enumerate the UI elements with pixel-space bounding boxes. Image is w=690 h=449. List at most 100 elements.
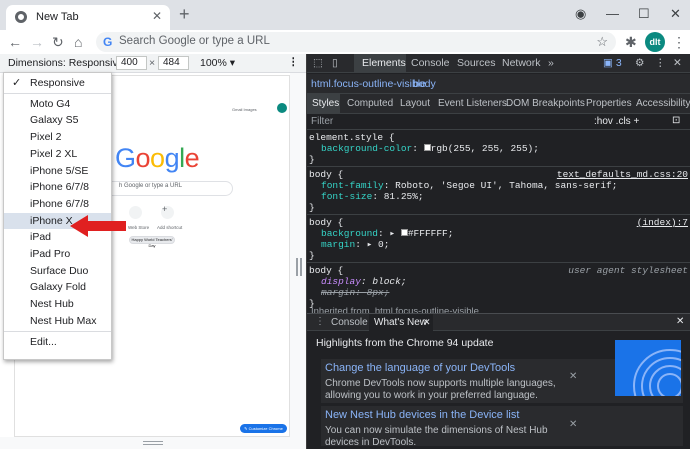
top-links[interactable]: Gmail Images [232,107,257,112]
omnibox[interactable]: G Search Google or type a URL ☆ [96,32,616,52]
device-option[interactable]: iPhone 6/7/8 Plus [4,196,111,227]
rule3-selector[interactable]: body { [309,217,343,228]
crumb-html[interactable]: html.focus-outline-visible [311,78,426,90]
rule1-value[interactable]: rgb(255, 255, 255); [431,143,539,154]
device-option[interactable]: Nest Hub [4,296,111,313]
back-icon[interactable]: ← [8,33,22,51]
tab-network[interactable]: Network [502,57,541,69]
device-option-label: Edit... [30,335,57,348]
filter-input[interactable]: Filter [311,116,333,127]
device-option[interactable]: iPhone 5/SE [4,163,111,180]
rule1-prop[interactable]: background-color [321,143,412,154]
rule1-selector[interactable]: element.style { [309,132,395,143]
device-option[interactable]: Surface Duo [4,263,111,280]
tab-elements[interactable]: Elements [362,57,406,69]
filter-tools[interactable]: :hov .cls + [594,116,639,127]
close-window-icon[interactable]: ✕ [670,6,681,22]
subtab-properties[interactable]: Properties [586,98,632,109]
device-toolbar-more-icon[interactable]: ⋮ [288,56,299,68]
subtab-computed[interactable]: Computed [347,98,393,109]
rule2-selector[interactable]: body { [309,169,343,180]
card-close-icon[interactable]: ✕ [569,419,577,430]
rule2-prop1[interactable]: font-family [321,180,384,191]
style-toggle-icon[interactable]: ⊡ [672,115,680,126]
card-title[interactable]: New Nest Hub devices in the Device list [325,409,519,421]
page-avatar[interactable] [277,103,287,113]
zoom-dropdown[interactable]: 100% ▾ [200,57,235,69]
more-tabs-icon[interactable]: » [548,57,554,69]
width-input[interactable]: 400 [116,56,147,70]
bottom-resize-handle[interactable] [143,441,163,445]
divider [307,166,690,167]
device-option[interactable]: iPhone 6/7/8 [4,179,111,196]
red-arrow-icon [70,215,126,237]
avatar[interactable]: dlt [645,32,665,52]
dimensions-dropdown[interactable]: Dimensions: Responsive ▾ [8,57,132,69]
web-store-shortcut-icon[interactable] [129,206,142,219]
customize-chrome-button[interactable]: ✎ Customize Chrome [240,424,287,433]
color-swatch[interactable] [423,144,431,151]
inspect-element-icon[interactable]: ⬚ [313,57,323,69]
device-option[interactable]: Edit... [4,334,111,351]
tab-sources[interactable]: Sources [457,57,496,69]
device-option[interactable]: Moto G4 [4,96,111,113]
maximize-icon[interactable]: ☐ [638,6,650,22]
bookmark-star-icon[interactable]: ☆ [596,34,608,50]
rule4-source: user agent stylesheet [568,265,688,276]
profile-menu-icon[interactable]: ◉ [575,6,586,22]
rule3-value1[interactable]: #FFFFFF; [408,228,454,239]
close-drawer-icon[interactable]: ✕ [676,316,684,327]
device-toggle-icon[interactable]: ▯ [332,57,338,69]
resize-handle[interactable] [296,258,302,276]
height-input[interactable]: 484 [158,56,189,70]
forward-icon[interactable]: → [30,33,44,51]
rule3-value2[interactable]: 0; [378,239,389,250]
settings-gear-icon[interactable]: ⚙ [635,57,644,69]
rule2-source[interactable]: text_defaults_md.css:20 [557,169,688,180]
color-swatch[interactable] [400,229,408,236]
subtab-dom-breakpoints[interactable]: DOM Breakpoints [506,98,585,109]
rule3-prop1[interactable]: background [321,228,378,239]
minimize-icon[interactable]: — [606,6,619,22]
logo-letter: g [164,143,180,173]
device-option[interactable]: Nest Hub Max [4,313,111,330]
subtab-event-listeners[interactable]: Event Listeners [438,98,507,109]
issues-badge[interactable]: ▣ 3 [603,57,622,69]
drawer-tab-whats-new[interactable]: What's New [374,317,427,328]
subtab-layout[interactable]: Layout [400,98,430,109]
rule2-value1[interactable]: Roboto, 'Segoe UI', Tahoma, sans-serif; [395,180,617,191]
reload-icon[interactable]: ↻ [52,33,64,51]
drawer-tab-console[interactable]: Console [331,317,368,328]
crumb-body[interactable]: body [413,78,436,90]
device-option[interactable]: ✓ Responsive [4,75,111,92]
tab-new-tab[interactable]: New Tab ✕ [6,5,170,30]
drawer-menu-icon[interactable]: ⋮ [315,316,325,327]
extensions-icon[interactable]: ✱ [625,33,637,51]
rule2-value2[interactable]: 81.25%; [384,191,424,202]
device-option[interactable]: Pixel 2 [4,129,111,146]
device-option[interactable]: Galaxy Fold [4,279,111,296]
close-devtools-icon[interactable]: ✕ [673,57,682,69]
home-icon[interactable]: ⌂ [74,33,82,51]
card-title[interactable]: Change the language of your DevTools [325,362,515,374]
rule3-prop2[interactable]: margin [321,239,355,250]
card-close-icon[interactable]: ✕ [569,371,577,382]
device-option[interactable]: Pixel 2 XL [4,146,111,163]
whats-new-card[interactable]: New Nest Hub devices in the Device list … [321,406,683,448]
rule3-source[interactable]: (index):7 [637,217,688,228]
doodle-chip[interactable]: Happy World Teachers' Day [129,236,175,248]
tab-console[interactable]: Console [411,57,450,69]
close-drawer-tab-icon[interactable]: ✕ [423,317,431,328]
chrome-menu-icon[interactable]: ⋮ [672,33,686,51]
google-search-box[interactable]: h Google or type a URL [104,181,233,196]
close-tab-icon[interactable]: ✕ [152,9,162,23]
devtools-more-icon[interactable]: ⋮ [655,57,666,69]
rule4-selector[interactable]: body { [309,265,343,276]
device-option[interactable]: iPad Pro [4,246,111,263]
new-tab-button[interactable]: + [179,4,190,24]
subtab-styles[interactable]: Styles [312,98,339,109]
device-option[interactable]: Galaxy S5 [4,112,111,129]
rule2-prop2[interactable]: font-size [321,191,372,202]
device-option-label: Surface Duo [30,264,89,277]
subtab-accessibility[interactable]: Accessibility [636,98,690,109]
